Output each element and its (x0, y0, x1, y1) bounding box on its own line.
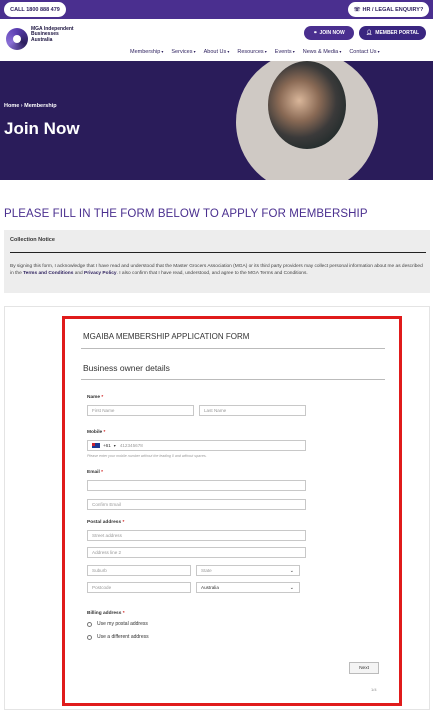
nav-events[interactable]: Events (275, 49, 295, 55)
postal-address-label: Postal address * (87, 520, 124, 525)
australia-flag-icon[interactable] (92, 443, 100, 448)
chevron-down-icon: ⌄ (289, 567, 294, 574)
email-label: Email * (87, 470, 103, 475)
mobile-input[interactable]: +61 ▾ 412345678 (87, 440, 306, 451)
page-indicator: 1/4 (371, 687, 377, 692)
required-mark: * (103, 430, 106, 435)
hero-photo (268, 61, 346, 149)
mobile-label: Mobile * (87, 430, 105, 435)
country-value: Australia (201, 585, 219, 590)
country-code[interactable]: +61 (103, 443, 111, 448)
form-title: MGAIBA MEMBERSHIP APPLICATION FORM (83, 332, 250, 341)
radio-icon[interactable] (87, 621, 92, 627)
postcode-input[interactable]: Postcode (87, 582, 191, 593)
site-header: MGA Independent Businesses Australia ⚭ JO… (0, 19, 433, 61)
radio-icon[interactable] (87, 634, 92, 640)
billing-option-1-label: Use my postal address (97, 621, 148, 627)
application-form: MGAIBA MEMBERSHIP APPLICATION FORM Busin… (62, 316, 402, 706)
state-placeholder: State (201, 568, 212, 573)
required-mark: * (101, 395, 104, 400)
street-address-input[interactable]: Street address (87, 530, 306, 541)
chevron-down-icon: ⌄ (289, 584, 294, 591)
nav-membership[interactable]: Membership (130, 49, 163, 55)
name-label: Name * (87, 395, 103, 400)
logo-text[interactable]: MGA Independent Businesses Australia (31, 26, 79, 43)
member-portal-button[interactable]: 👤︎ MEMBER PORTAL (359, 26, 426, 40)
hr-label: HR / LEGAL ENQUIRY? (362, 6, 424, 13)
nav-news-media[interactable]: News & Media (303, 49, 342, 55)
terms-link[interactable]: Terms and Conditions (23, 271, 73, 276)
privacy-link[interactable]: Privacy Policy (84, 271, 117, 276)
mobile-placeholder: 412345678 (119, 443, 143, 448)
collection-notice: Collection Notice By signing this form, … (4, 230, 430, 293)
notice-title: Collection Notice (10, 237, 55, 243)
mobile-hint: Please enter your mobile number without … (87, 454, 207, 458)
mga-logo-icon[interactable] (6, 28, 28, 50)
billing-option-2-label: Use a different address (97, 634, 149, 640)
first-name-input[interactable]: First Name (87, 405, 194, 416)
billing-option-postal[interactable]: Use my postal address (87, 621, 148, 627)
top-bar: CALL 1800 888 479 ☏ HR / LEGAL ENQUIRY? (0, 0, 433, 19)
required-mark: * (122, 611, 125, 616)
join-now-label: JOIN NOW (319, 30, 345, 36)
notice-divider (10, 252, 426, 253)
address-line-2-input[interactable]: Address line 2 (87, 547, 306, 558)
page-heading: PLEASE FILL IN THE FORM BELOW TO APPLY F… (4, 208, 368, 220)
section-divider (81, 379, 385, 380)
hero-title: Join Now (4, 119, 80, 138)
phone-icon: ☏ (353, 6, 361, 13)
user-icon: 👤︎ (365, 30, 373, 36)
chevron-down-icon[interactable]: ▾ (114, 443, 116, 448)
nav-services[interactable]: Services (171, 49, 195, 55)
next-button[interactable]: Next (349, 662, 379, 674)
email-input[interactable] (87, 480, 306, 491)
billing-option-different[interactable]: Use a different address (87, 634, 149, 640)
billing-address-label: Billing address * (87, 611, 125, 616)
notice-text-b: . I also confirm that I have read, under… (116, 271, 308, 277)
section-title: Business owner details (83, 363, 170, 373)
nav-resources[interactable]: Resources (237, 49, 266, 55)
postal-label-text: Postal address (87, 520, 122, 525)
required-mark: * (101, 470, 104, 475)
member-portal-label: MEMBER PORTAL (375, 30, 420, 36)
title-divider (81, 348, 385, 349)
notice-text: By signing this form, I acknowledge that… (10, 263, 426, 277)
country-select[interactable]: Australia ⌄ (196, 582, 300, 593)
email-label-text: Email (87, 470, 100, 475)
main-nav: Membership Services About Us Resources E… (130, 49, 380, 55)
name-label-text: Name (87, 395, 101, 400)
notice-and: and (73, 271, 85, 277)
state-select[interactable]: State ⌄ (196, 565, 300, 576)
nav-contact-us[interactable]: Contact Us (349, 49, 379, 55)
call-button[interactable]: CALL 1800 888 479 (4, 2, 66, 17)
last-name-input[interactable]: Last Name (199, 405, 306, 416)
hr-legal-enquiry-button[interactable]: ☏ HR / LEGAL ENQUIRY? (348, 2, 429, 17)
suburb-input[interactable]: Suburb (87, 565, 191, 576)
join-now-button[interactable]: ⚭ JOIN NOW (304, 26, 354, 40)
nav-about-us[interactable]: About Us (204, 49, 230, 55)
required-mark: * (122, 520, 125, 525)
breadcrumb[interactable]: Home › Membership (4, 103, 57, 109)
call-label: CALL 1800 888 479 (10, 6, 60, 13)
billing-label-text: Billing address (87, 611, 122, 616)
handshake-icon: ⚭ (313, 30, 318, 36)
hero-banner: Home › Membership Join Now (0, 61, 433, 180)
confirm-email-input[interactable]: Confirm Email (87, 499, 306, 510)
mobile-label-text: Mobile (87, 430, 103, 435)
